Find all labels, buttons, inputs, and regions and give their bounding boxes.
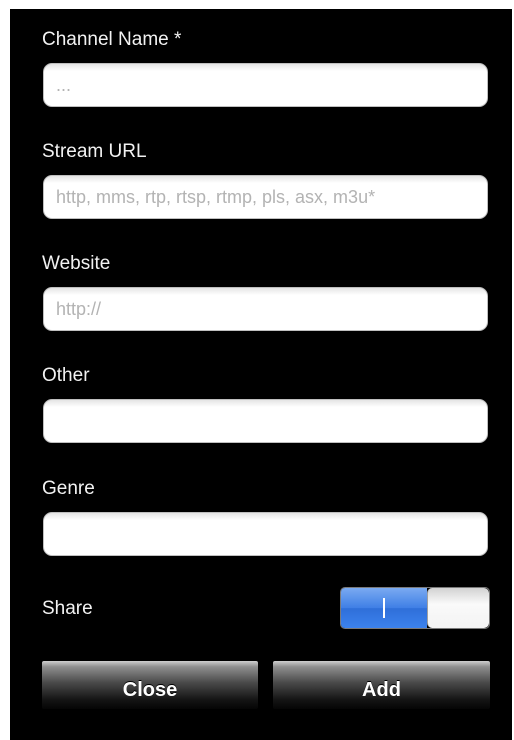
other-label: Other <box>42 365 90 386</box>
other-input[interactable] <box>43 399 488 443</box>
channel-name-label: Channel Name * <box>42 29 182 50</box>
toggle-on-indicator-icon <box>383 598 385 618</box>
channel-name-input[interactable] <box>43 63 488 107</box>
genre-input[interactable] <box>43 512 488 556</box>
genre-label: Genre <box>42 478 95 499</box>
close-button[interactable]: Close <box>42 661 258 709</box>
stream-url-input[interactable] <box>43 175 488 219</box>
share-label: Share <box>42 598 93 619</box>
stream-url-label: Stream URL <box>42 141 147 162</box>
add-button[interactable]: Add <box>273 661 490 709</box>
website-label: Website <box>42 253 111 274</box>
share-toggle-knob[interactable] <box>427 588 489 628</box>
share-toggle[interactable] <box>340 587 490 629</box>
add-channel-form: Channel Name * Stream URL Website Other … <box>10 9 512 740</box>
website-input[interactable] <box>43 287 488 331</box>
share-toggle-on-track <box>341 588 427 628</box>
